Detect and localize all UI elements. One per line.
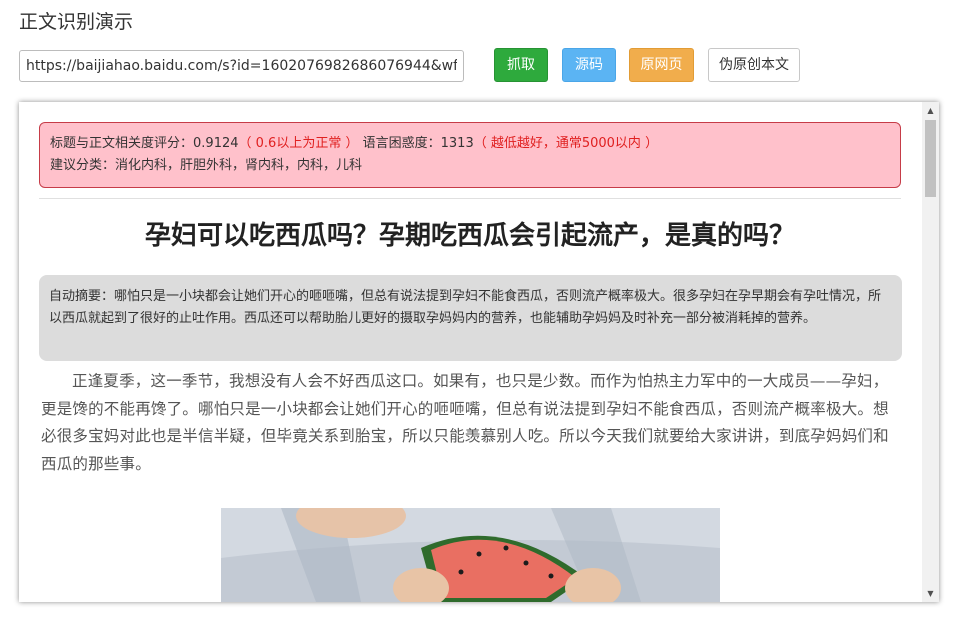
article-paragraph: 正逢夏季，这一季节，我想没有人会不好西瓜这口。如果有，也只是少数。而作为怕热主力… xyxy=(41,372,889,473)
result-panel: 标题与正文相关度评分：0.9124（ 0.6以上为正常 ） 语言困惑度：1313… xyxy=(19,102,939,602)
summary-text: 哪怕只是一小块都会让她们开心的咂咂嘴，但总有说法提到孕妇不能食西瓜，否则流产概率… xyxy=(49,289,882,326)
fetch-button[interactable]: 抓取 xyxy=(494,48,548,82)
article-image xyxy=(221,508,720,602)
scroll-up-icon[interactable]: ▲ xyxy=(922,102,939,119)
url-input[interactable] xyxy=(19,50,464,82)
scroll-down-icon[interactable]: ▼ xyxy=(922,585,939,602)
perplexity-label: 语言困惑度： xyxy=(362,136,441,151)
category-label: 建议分类： xyxy=(50,158,116,173)
article-title: 孕妇可以吃西瓜吗？孕期吃西瓜会引起流产，是真的吗？ xyxy=(144,221,795,251)
scroll-thumb[interactable] xyxy=(925,120,936,197)
watermelon-photo xyxy=(221,508,720,602)
original-page-button[interactable]: 原网页 xyxy=(629,48,694,82)
relevance-note: （ 0.6以上为正常 ） xyxy=(238,136,359,151)
page-title: 正文识别演示 xyxy=(19,11,134,33)
analysis-line-category: 建议分类：消化内科，肝胆外科，肾内科，内科，儿科 xyxy=(50,155,890,177)
summary-label: 自动摘要： xyxy=(49,289,115,304)
auto-summary: 自动摘要：哪怕只是一小块都会让她们开心的咂咂嘴，但总有说法提到孕妇不能食西瓜，否… xyxy=(39,275,902,361)
pseudo-original-button[interactable]: 伪原创本文 xyxy=(708,48,800,82)
relevance-label: 标题与正文相关度评分： xyxy=(50,136,194,151)
analysis-line-scores: 标题与正文相关度评分：0.9124（ 0.6以上为正常 ） 语言困惑度：1313… xyxy=(50,133,890,155)
divider xyxy=(39,198,901,199)
analysis-alert: 标题与正文相关度评分：0.9124（ 0.6以上为正常 ） 语言困惑度：1313… xyxy=(39,122,901,188)
relevance-value: 0.9124 xyxy=(193,136,239,151)
vertical-scrollbar[interactable]: ▲ ▼ xyxy=(922,102,939,602)
category-list: 消化内科，肝胆外科，肾内科，内科，儿科 xyxy=(115,158,363,173)
source-button[interactable]: 源码 xyxy=(562,48,616,82)
perplexity-value: 1313 xyxy=(440,136,474,151)
perplexity-note: （ 越低越好，通常5000以内 ） xyxy=(473,136,659,151)
